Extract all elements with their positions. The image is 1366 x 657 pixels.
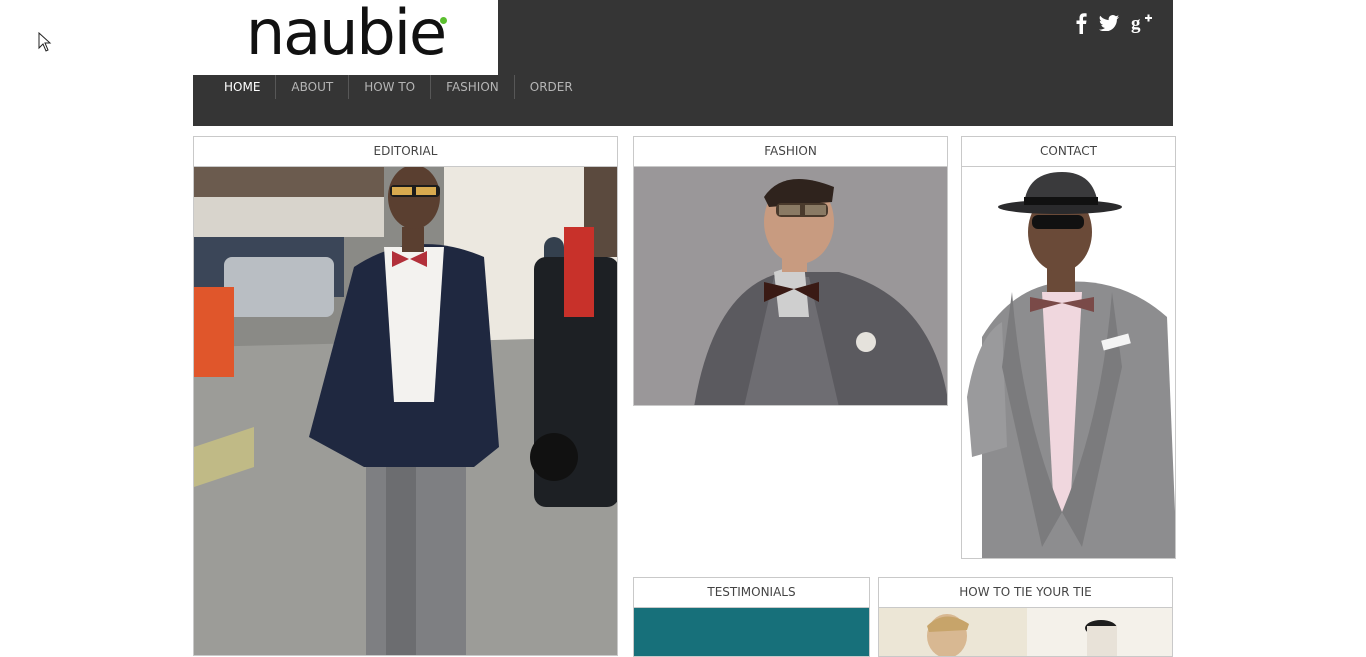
contact-panel: CONTACT <box>961 136 1176 559</box>
nav-item-fashion[interactable]: FASHION <box>431 75 515 99</box>
fashion-image[interactable] <box>634 167 947 405</box>
contact-image[interactable] <box>962 167 1175 558</box>
nav-item-about[interactable]: ABOUT <box>276 75 350 99</box>
main-nav: HOME ABOUT HOW TO FASHION ORDER <box>209 75 588 99</box>
logo-link[interactable]: naubie <box>193 0 498 75</box>
site-header: naubie g HOME ABOUT HOW TO FASHION ORDER <box>193 0 1173 126</box>
testimonials-title[interactable]: TESTIMONIALS <box>634 578 869 608</box>
how-to-tie-image[interactable] <box>879 608 1172 656</box>
fashion-panel: FASHION <box>633 136 948 406</box>
logo-dot <box>439 16 447 24</box>
editorial-title[interactable]: EDITORIAL <box>194 137 617 167</box>
testimonials-panel: TESTIMONIALS <box>633 577 870 657</box>
mouse-cursor-icon <box>38 32 52 52</box>
logo-text: naubie <box>245 0 447 69</box>
fashion-title[interactable]: FASHION <box>634 137 947 167</box>
nav-item-how-to[interactable]: HOW TO <box>349 75 432 99</box>
testimonials-banner <box>634 608 869 656</box>
editorial-panel: EDITORIAL <box>193 136 618 656</box>
how-to-tie-title[interactable]: HOW TO TIE YOUR TIE <box>879 578 1172 608</box>
google-plus-icon[interactable]: g <box>1131 12 1153 39</box>
twitter-icon[interactable] <box>1099 15 1119 36</box>
social-links: g <box>1075 12 1153 39</box>
how-to-tie-panel: HOW TO TIE YOUR TIE <box>878 577 1173 657</box>
facebook-icon[interactable] <box>1075 12 1087 39</box>
editorial-image[interactable] <box>194 167 617 655</box>
contact-title[interactable]: CONTACT <box>962 137 1175 167</box>
nav-item-home[interactable]: HOME <box>209 75 277 99</box>
nav-item-order[interactable]: ORDER <box>515 75 588 99</box>
svg-text:g: g <box>1131 13 1141 34</box>
